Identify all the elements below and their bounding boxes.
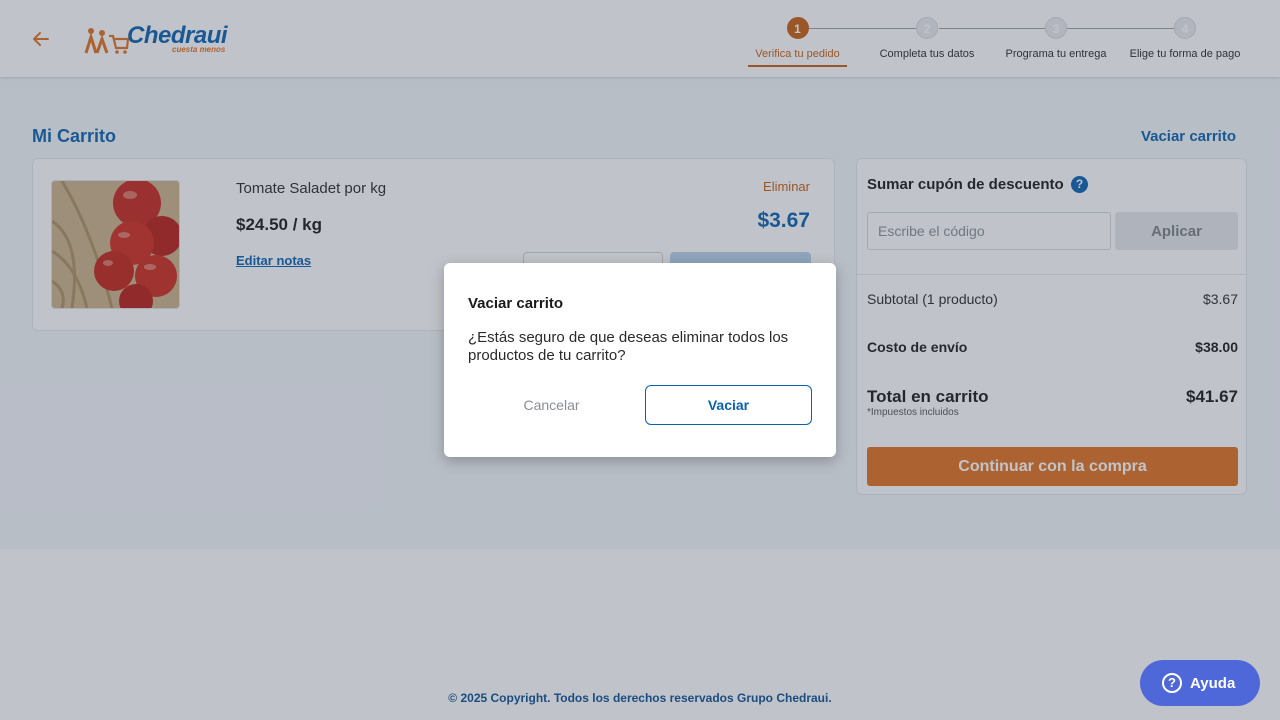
help-chat-button[interactable]: ? Ayuda — [1140, 660, 1260, 706]
clear-cart-dialog: Vaciar carrito ¿Estás seguro de que dese… — [444, 263, 836, 457]
dialog-message: ¿Estás seguro de que deseas eliminar tod… — [468, 329, 789, 364]
cancel-button[interactable]: Cancelar — [468, 385, 635, 425]
confirm-clear-button[interactable]: Vaciar — [645, 385, 812, 425]
help-label: Ayuda — [1190, 675, 1236, 692]
question-icon: ? — [1162, 673, 1182, 693]
dialog-title: Vaciar carrito — [468, 295, 564, 312]
